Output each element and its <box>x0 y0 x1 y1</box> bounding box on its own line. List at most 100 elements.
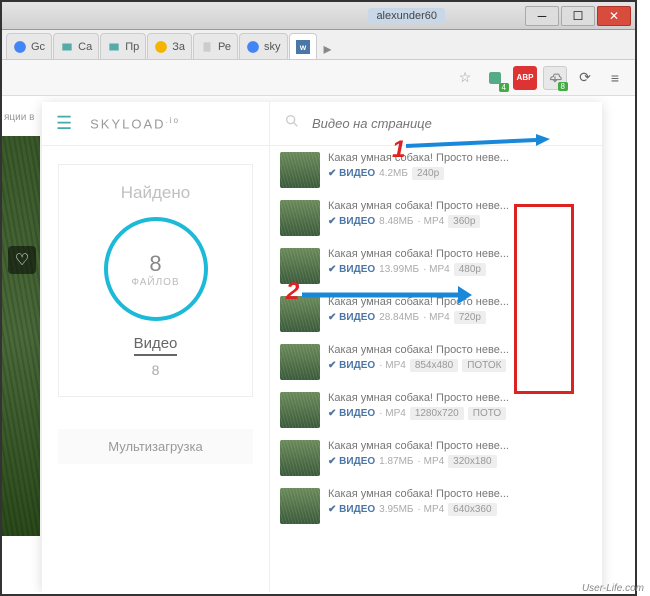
google-icon <box>246 40 260 54</box>
page-icon <box>200 40 214 54</box>
close-button[interactable]: ✕ <box>597 6 631 26</box>
file-format: · MP4 <box>418 504 445 515</box>
tab-2[interactable]: Пр <box>100 33 146 59</box>
skyload-icon[interactable]: 8 <box>543 66 567 90</box>
quality-badge[interactable]: 854x480 <box>410 359 458 372</box>
search-icon[interactable] <box>284 113 300 134</box>
file-format: · MP4 <box>423 312 450 323</box>
skyload-popup: ☰ SKYLOAD.io Найдено 8 ФАЙЛОВ Видео 8 Му… <box>42 102 602 592</box>
file-row[interactable]: Какая умная собака! Просто неве... ✔ ВИД… <box>270 386 602 434</box>
tab-1[interactable]: Са <box>53 33 99 59</box>
file-size: 28.84МБ <box>379 312 419 323</box>
abp-icon[interactable]: ABP <box>513 66 537 90</box>
file-meta: ✔ ВИДЕО · MP4 854x480 ПОТОК <box>328 359 592 372</box>
site-icon <box>60 40 74 54</box>
watermark: User-Life.com <box>582 583 644 594</box>
vk-source-badge: ✔ ВИДЕО <box>328 360 375 371</box>
file-size: 13.99МБ <box>379 264 419 275</box>
tab-4[interactable]: Ре <box>193 33 238 59</box>
chrome-icon <box>154 40 168 54</box>
quality-badge[interactable]: 320x180 <box>448 455 496 468</box>
file-row[interactable]: Какая умная собака! Просто неве... ✔ ВИД… <box>270 434 602 482</box>
vk-source-badge: ✔ ВИДЕО <box>328 456 375 467</box>
search-row <box>270 102 602 146</box>
file-title: Какая умная собака! Просто неве... <box>328 488 592 500</box>
file-format: · MP4 <box>418 216 445 227</box>
video-tab[interactable]: Видео <box>134 335 178 356</box>
file-thumbnail <box>280 344 320 380</box>
file-thumbnail <box>280 392 320 428</box>
new-tab-button[interactable]: ▸ <box>318 39 338 59</box>
minimize-button[interactable]: ─ <box>525 6 559 26</box>
search-input[interactable] <box>312 116 588 131</box>
like-button[interactable]: ♡ <box>8 246 36 274</box>
file-thumbnail <box>280 296 320 332</box>
maximize-button[interactable]: ☐ <box>561 6 595 26</box>
bookmark-icon[interactable]: ☆ <box>453 66 477 90</box>
tab-5[interactable]: sky <box>239 33 288 59</box>
extension-icon[interactable]: 4 <box>483 66 507 90</box>
reload-icon[interactable]: ⟳ <box>573 66 597 90</box>
file-meta: ✔ ВИДЕО 3.95МБ · MP4 640x360 <box>328 503 592 516</box>
site-icon <box>107 40 121 54</box>
hamburger-icon[interactable]: ☰ <box>56 113 72 134</box>
file-count: 8 <box>149 251 161 277</box>
user-label: alexunder60 <box>368 8 445 24</box>
quality-badge[interactable]: 720p <box>454 311 486 324</box>
tabbar: Gc Са Пр За Ре sky w ▸ <box>2 30 635 60</box>
file-thumbnail <box>280 488 320 524</box>
quality-badge[interactable]: 1280x720 <box>410 407 464 420</box>
video-count: 8 <box>69 362 242 378</box>
quality-badge[interactable]: 640x360 <box>448 503 496 516</box>
file-row[interactable]: Какая умная собака! Просто неве... ✔ ВИД… <box>270 482 602 530</box>
file-row[interactable]: Какая умная собака! Просто неве... ✔ ВИД… <box>270 338 602 386</box>
file-info: Какая умная собака! Просто неве... ✔ ВИД… <box>328 344 592 372</box>
found-panel: Найдено 8 ФАЙЛОВ Видео 8 <box>58 164 253 397</box>
file-row[interactable]: Какая умная собака! Просто неве... ✔ ВИД… <box>270 290 602 338</box>
found-label: Найдено <box>69 183 242 203</box>
extension-badge: 4 <box>499 83 509 92</box>
file-thumbnail <box>280 152 320 188</box>
stream-badge[interactable]: ПОТОК <box>462 359 506 372</box>
titlebar: alexunder60 ─ ☐ ✕ <box>2 2 635 30</box>
menu-icon[interactable]: ≡ <box>603 66 627 90</box>
multi-download-button[interactable]: Мультизагрузка <box>58 429 253 464</box>
file-title: Какая умная собака! Просто неве... <box>328 248 592 260</box>
quality-badge[interactable]: 240p <box>412 167 444 180</box>
vk-source-badge: ✔ ВИДЕО <box>328 312 375 323</box>
file-row[interactable]: Какая умная собака! Просто неве... ✔ ВИД… <box>270 194 602 242</box>
file-list[interactable]: Какая умная собака! Просто неве... ✔ ВИД… <box>270 146 602 592</box>
popup-title: SKYLOAD.io <box>90 116 180 131</box>
browser-window: alexunder60 ─ ☐ ✕ Gc Са Пр За Ре sky w ▸… <box>0 0 637 596</box>
file-thumbnail <box>280 440 320 476</box>
vk-icon: w <box>296 40 310 54</box>
file-meta: ✔ ВИДЕО 4.2МБ 240p <box>328 167 592 180</box>
file-info: Какая умная собака! Просто неве... ✔ ВИД… <box>328 488 592 516</box>
tab-6[interactable]: w <box>289 33 317 59</box>
file-title: Какая умная собака! Просто неве... <box>328 440 592 452</box>
file-info: Какая умная собака! Просто неве... ✔ ВИД… <box>328 296 592 324</box>
stream-badge[interactable]: ПОТО <box>468 407 506 420</box>
vk-source-badge: ✔ ВИДЕО <box>328 168 375 179</box>
page-content: яции в ♡ ☰ SKYLOAD.io Найдено 8 ФАЙЛОВ В… <box>2 96 635 592</box>
toolbar: ☆ 4 ABP 8 ⟳ ≡ <box>2 60 635 96</box>
window-controls: ─ ☐ ✕ <box>525 6 631 26</box>
file-format: · MP4 <box>418 456 445 467</box>
file-meta: ✔ ВИДЕО 28.84МБ · MP4 720p <box>328 311 592 324</box>
file-title: Какая умная собака! Просто неве... <box>328 296 592 308</box>
file-title: Какая умная собака! Просто неве... <box>328 152 592 164</box>
file-thumbnail <box>280 200 320 236</box>
popup-main: Какая умная собака! Просто неве... ✔ ВИД… <box>270 102 602 592</box>
quality-badge[interactable]: 480p <box>454 263 486 276</box>
file-row[interactable]: Какая умная собака! Просто неве... ✔ ВИД… <box>270 242 602 290</box>
file-format: · MP4 <box>379 360 406 371</box>
tab-3[interactable]: За <box>147 33 192 59</box>
file-row[interactable]: Какая умная собака! Просто неве... ✔ ВИД… <box>270 146 602 194</box>
file-format: · MP4 <box>379 408 406 419</box>
vk-source-badge: ✔ ВИДЕО <box>328 408 375 419</box>
file-info: Какая умная собака! Просто неве... ✔ ВИД… <box>328 392 592 420</box>
vk-source-badge: ✔ ВИДЕО <box>328 216 375 227</box>
google-icon <box>13 40 27 54</box>
tab-0[interactable]: Gc <box>6 33 52 59</box>
quality-badge[interactable]: 360p <box>448 215 480 228</box>
